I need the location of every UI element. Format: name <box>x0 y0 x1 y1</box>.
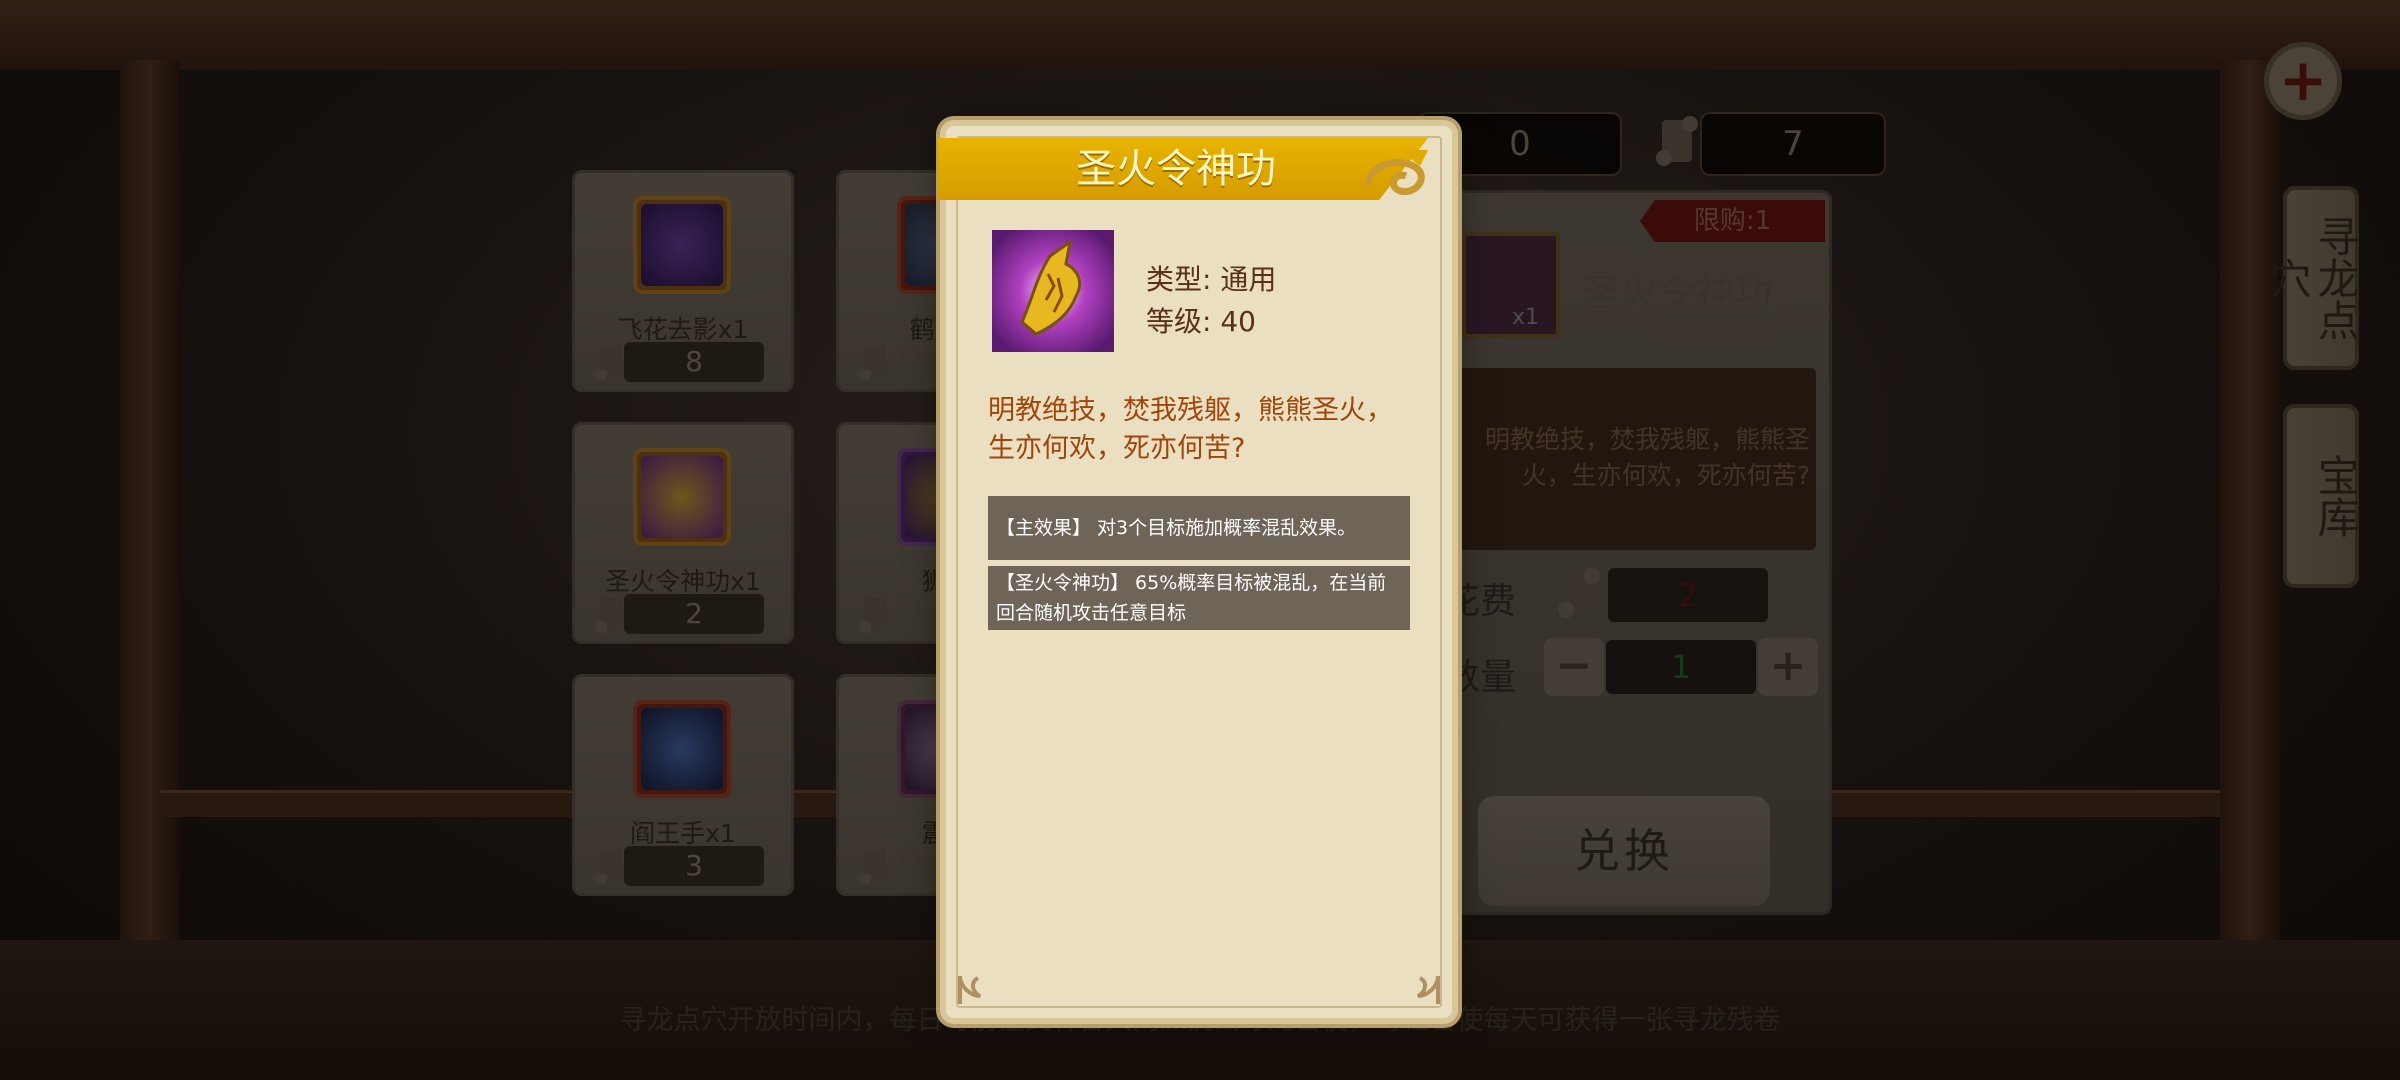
skill-detail-modal: 圣火令神功 类型: 通用 等级: 40 明教绝技，焚我残躯，熊熊圣火，生亦何欢，… <box>938 126 1452 1018</box>
skill-description: 明教绝技，焚我残躯，熊熊圣火，生亦何欢，死亦何苦? <box>988 395 1393 464</box>
skill-effect-box: 【圣火令神功】 65%概率目标被混乱，在当前回合随机攻击任意目标 <box>988 566 1410 630</box>
corner-ornament-icon <box>1416 975 1440 1004</box>
main-effect-box: 【主效果】 对3个目标施加概率混乱效果。 <box>988 496 1410 560</box>
curl-ornament-icon <box>1364 150 1428 195</box>
modal-title: 圣火令神功 <box>1076 146 1276 192</box>
flame-token-icon <box>992 230 1114 352</box>
corner-ornament-icon <box>958 975 982 1004</box>
skill-level: 等级: 40 <box>1146 305 1256 338</box>
skill-type: 类型: 通用 <box>1146 263 1277 296</box>
